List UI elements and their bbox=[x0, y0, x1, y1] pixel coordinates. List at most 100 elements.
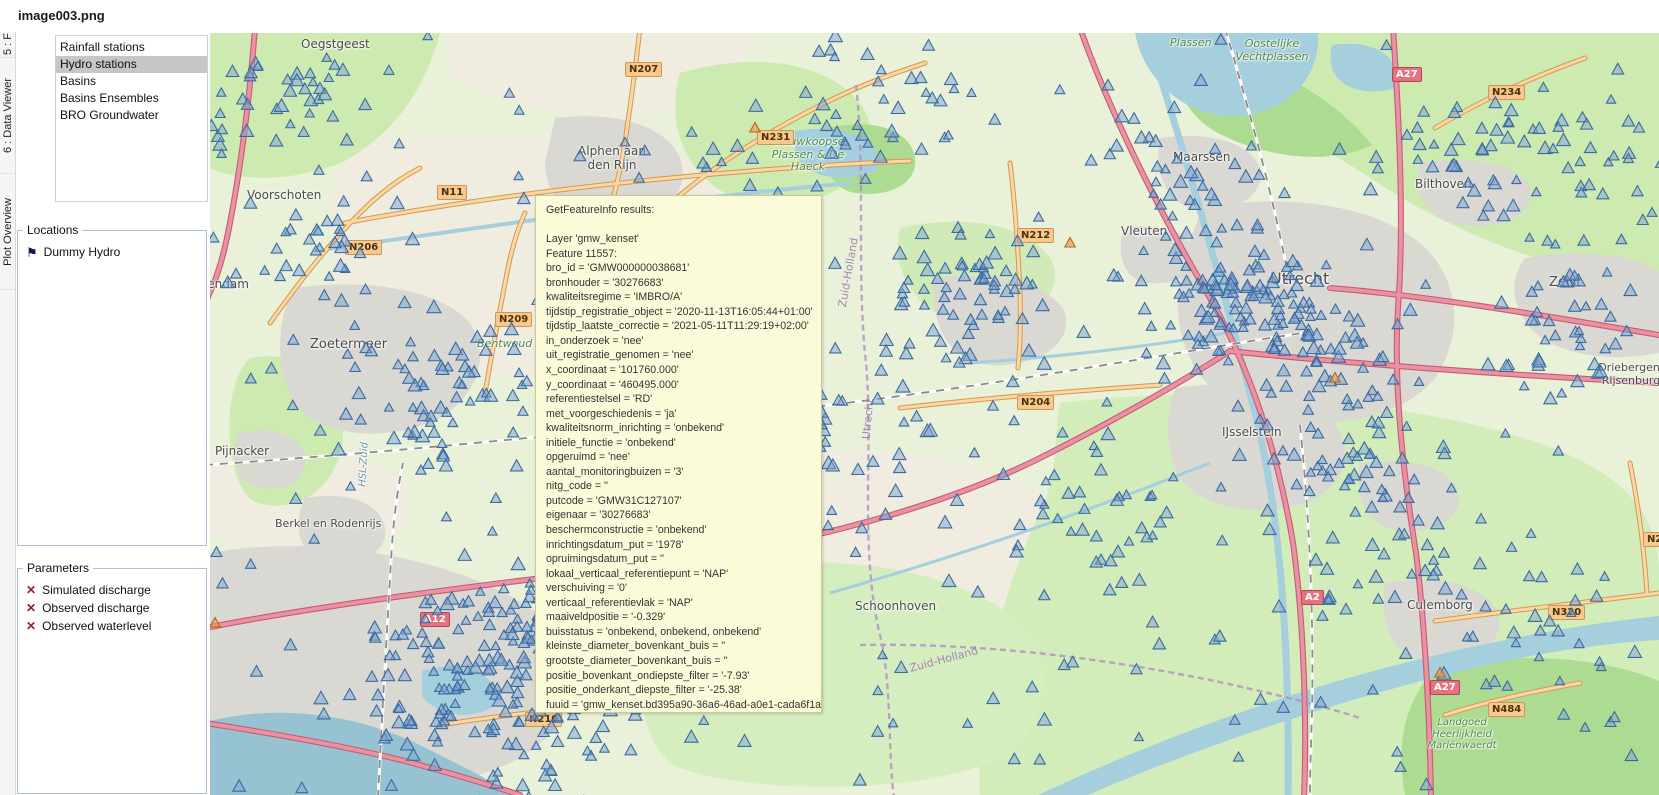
well-marker[interactable] bbox=[1152, 161, 1163, 171]
well-marker[interactable] bbox=[1583, 179, 1595, 190]
well-marker[interactable] bbox=[1525, 233, 1534, 241]
well-marker[interactable] bbox=[408, 639, 419, 649]
well-marker[interactable] bbox=[1280, 380, 1292, 391]
well-marker[interactable] bbox=[1600, 344, 1610, 353]
well-marker[interactable] bbox=[233, 780, 246, 791]
well-marker[interactable] bbox=[823, 520, 833, 529]
well-marker[interactable] bbox=[625, 744, 637, 755]
well-marker[interactable] bbox=[390, 196, 404, 208]
well-marker[interactable] bbox=[941, 353, 950, 361]
well-marker[interactable] bbox=[516, 779, 529, 791]
well-marker[interactable] bbox=[344, 689, 356, 700]
well-marker[interactable] bbox=[640, 145, 651, 155]
well-marker[interactable] bbox=[1501, 429, 1510, 437]
well-marker[interactable] bbox=[878, 650, 887, 658]
well-marker[interactable] bbox=[1552, 625, 1564, 636]
well-marker[interactable] bbox=[1287, 448, 1301, 460]
map-viewport[interactable]: OegstgeestVoorschotenLeidschendamZoeterm… bbox=[210, 33, 1659, 795]
well-marker[interactable] bbox=[293, 264, 306, 275]
well-marker[interactable] bbox=[1241, 279, 1253, 290]
well-marker[interactable] bbox=[1229, 158, 1241, 168]
well-marker[interactable] bbox=[461, 656, 473, 667]
well-marker[interactable] bbox=[244, 197, 257, 208]
well-marker[interactable] bbox=[854, 774, 867, 785]
well-marker[interactable] bbox=[987, 692, 1000, 703]
well-marker[interactable] bbox=[873, 76, 884, 86]
well-marker[interactable] bbox=[1392, 319, 1403, 329]
well-marker[interactable] bbox=[1085, 154, 1097, 165]
well-marker[interactable] bbox=[916, 227, 929, 239]
well-marker[interactable] bbox=[1038, 713, 1052, 725]
well-marker[interactable] bbox=[290, 209, 302, 220]
well-marker[interactable] bbox=[1413, 515, 1425, 525]
well-marker[interactable] bbox=[873, 686, 883, 695]
well-marker[interactable] bbox=[519, 750, 529, 759]
well-marker[interactable] bbox=[954, 288, 966, 299]
well-marker[interactable] bbox=[1632, 186, 1643, 196]
well-marker[interactable] bbox=[1480, 601, 1491, 611]
well-marker[interactable] bbox=[1538, 82, 1548, 91]
well-marker[interactable] bbox=[1595, 298, 1607, 309]
well-marker[interactable] bbox=[920, 300, 930, 309]
well-marker[interactable] bbox=[860, 174, 871, 184]
well-marker[interactable] bbox=[280, 260, 292, 271]
well-marker[interactable] bbox=[1609, 151, 1619, 160]
well-marker[interactable] bbox=[305, 109, 314, 117]
well-marker[interactable] bbox=[1407, 569, 1417, 578]
well-marker[interactable] bbox=[1181, 275, 1192, 285]
well-marker[interactable] bbox=[514, 368, 523, 376]
well-marker[interactable] bbox=[1624, 284, 1637, 296]
well-marker[interactable] bbox=[874, 150, 887, 162]
well-marker[interactable] bbox=[1343, 433, 1355, 443]
well-marker[interactable] bbox=[1215, 317, 1226, 327]
side-tab-5-f[interactable]: 5 : F bbox=[0, 32, 15, 58]
well-marker[interactable] bbox=[1388, 591, 1401, 603]
well-marker[interactable] bbox=[288, 400, 298, 409]
well-marker[interactable] bbox=[284, 639, 296, 650]
well-marker[interactable] bbox=[1418, 106, 1429, 116]
well-marker[interactable] bbox=[428, 426, 440, 437]
well-marker[interactable] bbox=[488, 527, 497, 535]
well-marker[interactable] bbox=[210, 618, 220, 627]
well-marker[interactable] bbox=[325, 272, 334, 280]
well-marker[interactable] bbox=[1628, 645, 1641, 657]
well-marker[interactable] bbox=[458, 549, 471, 561]
well-marker[interactable] bbox=[738, 735, 751, 747]
well-marker[interactable] bbox=[508, 342, 521, 354]
well-marker[interactable] bbox=[314, 691, 328, 704]
well-marker[interactable] bbox=[959, 270, 971, 281]
well-marker[interactable] bbox=[1304, 486, 1315, 496]
well-marker[interactable] bbox=[1429, 140, 1438, 148]
well-marker[interactable] bbox=[387, 431, 401, 443]
well-marker[interactable] bbox=[1342, 394, 1352, 403]
well-marker[interactable] bbox=[750, 123, 761, 132]
well-marker[interactable] bbox=[1244, 314, 1255, 324]
well-marker[interactable] bbox=[1169, 473, 1178, 481]
well-marker[interactable] bbox=[352, 387, 365, 399]
well-marker[interactable] bbox=[473, 612, 483, 621]
well-marker[interactable] bbox=[894, 462, 906, 473]
well-marker[interactable] bbox=[746, 152, 758, 163]
well-marker[interactable] bbox=[1217, 224, 1226, 232]
well-marker[interactable] bbox=[210, 232, 219, 242]
well-marker[interactable] bbox=[1600, 572, 1609, 580]
well-marker[interactable] bbox=[1255, 414, 1265, 423]
well-marker[interactable] bbox=[1413, 138, 1426, 149]
well-marker[interactable] bbox=[1037, 508, 1049, 519]
well-marker[interactable] bbox=[1233, 752, 1243, 761]
well-marker[interactable] bbox=[231, 268, 242, 278]
well-marker[interactable] bbox=[900, 347, 913, 359]
well-marker[interactable] bbox=[1544, 615, 1556, 626]
well-marker[interactable] bbox=[1584, 142, 1596, 153]
well-marker[interactable] bbox=[1027, 245, 1040, 256]
well-marker[interactable] bbox=[1590, 590, 1602, 601]
well-marker[interactable] bbox=[856, 128, 869, 140]
well-marker[interactable] bbox=[1524, 571, 1535, 581]
well-marker[interactable] bbox=[1507, 199, 1520, 211]
well-marker[interactable] bbox=[360, 284, 371, 294]
well-marker[interactable] bbox=[322, 53, 331, 61]
well-marker[interactable] bbox=[896, 380, 910, 393]
well-marker[interactable] bbox=[1326, 531, 1339, 543]
well-marker[interactable] bbox=[880, 333, 893, 345]
well-marker[interactable] bbox=[634, 173, 644, 182]
